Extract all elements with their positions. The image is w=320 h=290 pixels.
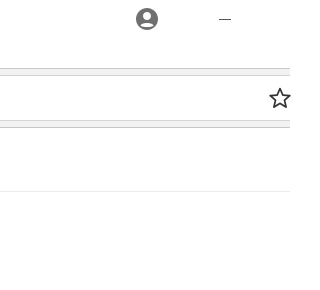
star-outline-icon [269, 87, 291, 108]
bookmark-star-button[interactable] [268, 86, 292, 110]
address-toolbar [0, 68, 292, 130]
browser-window [0, 0, 292, 290]
title-bar [0, 0, 290, 40]
address-input[interactable] [0, 76, 260, 120]
content-divider [0, 191, 290, 192]
toolbar-border-bottom [0, 127, 290, 128]
account-circle-icon [136, 8, 158, 30]
minimize-button[interactable] [212, 8, 238, 30]
minimize-icon [219, 19, 231, 20]
address-bar [0, 76, 292, 120]
profile-button[interactable] [134, 6, 160, 32]
